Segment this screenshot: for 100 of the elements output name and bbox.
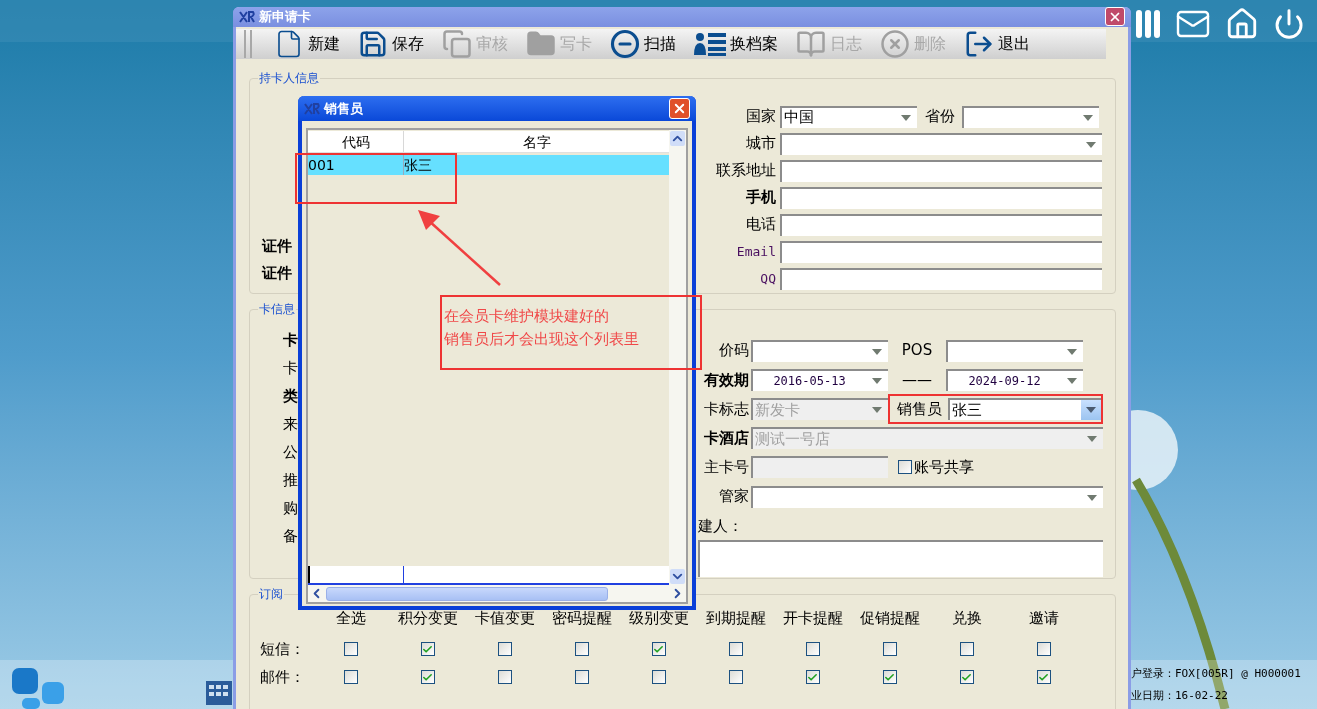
- column-header: 级别变更: [627, 607, 690, 629]
- field-label: 购: [283, 497, 298, 518]
- vertical-scrollbar[interactable]: [669, 130, 686, 585]
- close-button[interactable]: [669, 98, 690, 119]
- check-icon: [422, 643, 433, 655]
- toolbar-button[interactable]: 扫描: [610, 28, 676, 59]
- grid-icon[interactable]: [205, 680, 233, 706]
- toolbar-button[interactable]: 退出: [964, 28, 1030, 59]
- column-header[interactable]: 代码: [308, 131, 404, 152]
- dropdown-field[interactable]: [751, 485, 1103, 508]
- caret-icon[interactable]: [872, 348, 882, 355]
- checkbox[interactable]: [574, 642, 589, 656]
- dropdown-arrow-button[interactable]: [1081, 400, 1101, 420]
- copy-icon: [442, 28, 472, 59]
- new-row[interactable]: [308, 566, 669, 585]
- dropdown-field[interactable]: [780, 132, 1102, 155]
- caret-icon[interactable]: [901, 114, 911, 121]
- status-text: 业日期：16-02-22: [1131, 689, 1229, 703]
- column-header: 密码提醒: [550, 607, 613, 629]
- checkbox[interactable]: [959, 670, 974, 684]
- checkbox[interactable]: [882, 642, 897, 656]
- caret-icon[interactable]: [1086, 141, 1096, 148]
- field-label: 账号共享: [914, 457, 974, 479]
- input-field[interactable]: [780, 267, 1102, 290]
- checkbox[interactable]: [420, 670, 435, 684]
- dropdown-field[interactable]: 张三: [948, 398, 1101, 420]
- close-icon: [672, 101, 687, 116]
- caret-icon[interactable]: [1083, 114, 1093, 121]
- minus-circle-icon: [610, 28, 640, 59]
- checkbox[interactable]: [497, 642, 512, 656]
- check-icon: [422, 671, 433, 683]
- field-label: 城市: [745, 133, 777, 155]
- checkbox[interactable]: [728, 642, 743, 656]
- row-label: 短信：: [260, 638, 306, 660]
- toolbar-button[interactable]: 换档案: [694, 30, 778, 57]
- list-row[interactable]: 001 张三: [308, 155, 669, 175]
- field-label: 主卡号: [703, 457, 750, 479]
- caret-icon[interactable]: [1067, 377, 1077, 384]
- field-label: 省份: [923, 106, 956, 128]
- field-label: 类: [283, 385, 298, 406]
- field-label: 价码: [718, 340, 750, 362]
- checkbox[interactable]: [343, 670, 358, 684]
- checkbox[interactable]: [805, 670, 820, 684]
- text-area[interactable]: [698, 539, 1103, 578]
- checkbox[interactable]: [728, 670, 743, 684]
- dropdown-field[interactable]: [962, 105, 1099, 128]
- scroll-down-icon[interactable]: [670, 569, 685, 584]
- toolbar-button[interactable]: 保存: [358, 28, 424, 59]
- dropdown-field[interactable]: 中国: [780, 105, 917, 128]
- group-legend: 卡信息: [258, 300, 296, 317]
- input-field[interactable]: [780, 159, 1102, 182]
- field-label: 卡标志: [703, 398, 750, 420]
- toolbar-button[interactable]: 新建: [274, 28, 340, 59]
- check-icon: [961, 671, 972, 683]
- input-field[interactable]: [780, 240, 1102, 263]
- horizontal-scrollbar[interactable]: [308, 585, 686, 602]
- group-legend: 订阅: [258, 585, 284, 602]
- dropdown-field[interactable]: 2024-09-12: [946, 368, 1083, 391]
- checkbox[interactable]: [651, 642, 666, 656]
- checkbox[interactable]: [420, 642, 435, 656]
- checkbox[interactable]: [497, 670, 512, 684]
- field-label: 证件: [262, 262, 292, 283]
- checkbox[interactable]: [1036, 670, 1051, 684]
- field-label: 卡: [283, 329, 298, 350]
- checkbox[interactable]: [898, 460, 912, 475]
- caret-icon[interactable]: [1067, 348, 1077, 355]
- field-label: 公: [283, 441, 298, 462]
- dropdown-field[interactable]: 2016-05-13: [751, 368, 888, 391]
- close-button[interactable]: [1105, 7, 1125, 27]
- scrollbar-thumb[interactable]: [326, 586, 608, 601]
- field-label: 销售员: [895, 398, 943, 420]
- dialog-logo-icon: [304, 102, 320, 115]
- checkbox[interactable]: [343, 642, 358, 656]
- caret-icon[interactable]: [872, 377, 882, 384]
- field-label: Email: [735, 242, 777, 261]
- column-header: 邀请: [1027, 607, 1060, 629]
- field-label: POS: [900, 340, 934, 362]
- input-field[interactable]: [780, 213, 1102, 236]
- checkbox[interactable]: [805, 642, 820, 656]
- field-label: 建人：: [698, 515, 743, 537]
- column-header: 全选: [334, 607, 367, 629]
- scroll-up-icon[interactable]: [670, 131, 685, 146]
- column-header[interactable]: 名字: [404, 131, 669, 152]
- dialog-title: 销售员: [324, 99, 363, 118]
- checkbox[interactable]: [882, 670, 897, 684]
- group-legend: 持卡人信息: [258, 69, 320, 86]
- vertical-bars-icon[interactable]: [1135, 9, 1161, 39]
- input-field[interactable]: [780, 186, 1102, 209]
- range-separator: ——: [901, 369, 933, 391]
- checkbox[interactable]: [651, 670, 666, 684]
- column-header: 卡值变更: [473, 607, 536, 629]
- caret-icon[interactable]: [1087, 494, 1097, 501]
- checkbox[interactable]: [959, 642, 974, 656]
- power-icon[interactable]: [1273, 8, 1305, 40]
- app-logo-icon[interactable]: [12, 668, 66, 709]
- dropdown-field[interactable]: [946, 339, 1083, 362]
- dropdown-field[interactable]: [751, 339, 888, 362]
- home-icon[interactable]: [1225, 7, 1259, 41]
- checkbox[interactable]: [574, 670, 589, 684]
- checkbox[interactable]: [1036, 642, 1051, 656]
